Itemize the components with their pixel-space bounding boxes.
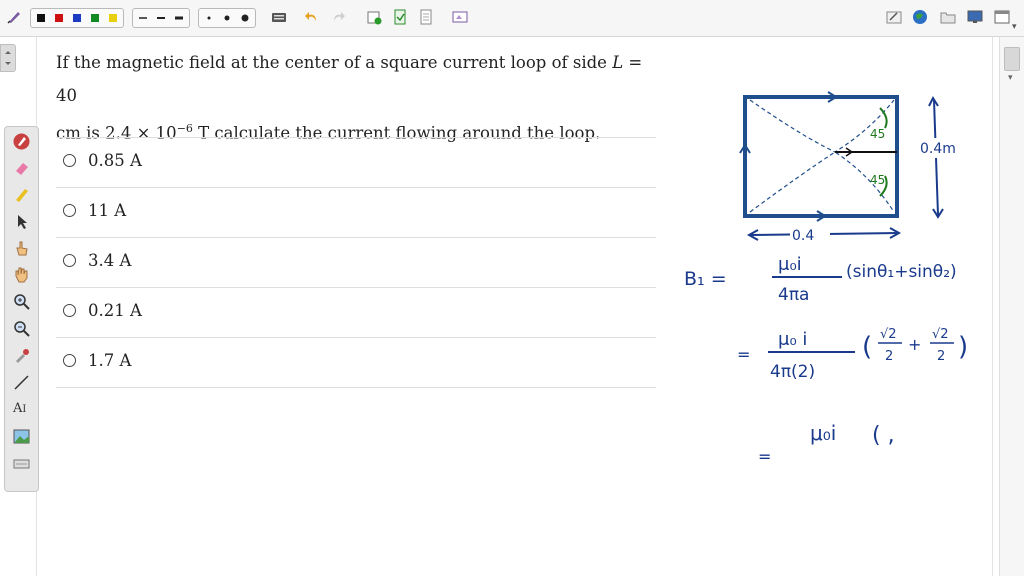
equation-2-open-paren: ( (862, 332, 872, 362)
equation-3-paren: ( , (872, 423, 895, 448)
bottom-length-label: 0.4 (792, 228, 814, 244)
side-length-label: 0.4m (920, 141, 956, 157)
handwritten-annotations: 45 45 0.4m 0.4 B₁ = μ₀i 4πa (sinθ₁+sinθ₂… (684, 91, 970, 466)
equation-3-numerator: μ₀i (810, 421, 836, 445)
square-loop (743, 95, 899, 218)
equation-2-equals: = (737, 345, 750, 364)
equation-2-frac-b-num: √2 (932, 327, 949, 342)
dashed-line-upper (749, 99, 895, 153)
angle-label-lower: 45 (870, 173, 885, 187)
equation-2-close-paren: ) (958, 332, 968, 362)
equation-2-numerator: μ₀ i (778, 329, 807, 350)
equation-1-numerator: μ₀i (778, 254, 802, 275)
angle-arc-upper (879, 107, 888, 129)
equation-1-lhs: B₁ = (684, 268, 727, 290)
equation-3-equals: = (758, 447, 771, 466)
angle-label-upper: 45 (870, 127, 885, 141)
equation-1-denominator: 4πa (778, 285, 809, 305)
equation-2-frac-b-den: 2 (937, 349, 945, 364)
equation-2-denominator: 4π(2) (770, 362, 815, 382)
equation-2-frac-a-den: 2 (885, 349, 893, 364)
equation-2-plus: + (908, 335, 921, 354)
equation-1-sin-sum: (sinθ₁+sinθ₂) (846, 262, 957, 282)
equation-2-frac-a-num: √2 (880, 327, 897, 342)
